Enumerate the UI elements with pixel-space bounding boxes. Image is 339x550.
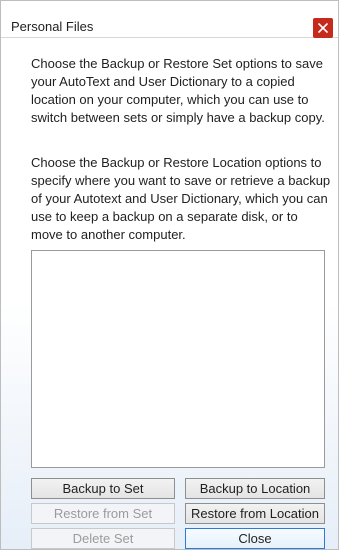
instructions-paragraph-location: Choose the Backup or Restore Location op… [31,155,331,242]
close-button[interactable]: Close [185,528,325,549]
title-bar: Personal Files [1,1,338,38]
window-title: Personal Files [11,19,94,34]
personal-files-dialog: Personal Files Choose the Backup or Rest… [0,0,339,550]
restore-from-location-button[interactable]: Restore from Location [185,503,325,524]
restore-from-set-button[interactable]: Restore from Set [31,503,175,524]
instructions-paragraph-set: Choose the Backup or Restore Set options… [31,56,325,125]
sets-list[interactable] [31,250,325,468]
close-icon [318,23,328,33]
backup-to-location-button[interactable]: Backup to Location [185,478,325,499]
delete-set-button[interactable]: Delete Set [31,528,175,549]
close-window-button[interactable] [313,18,333,38]
backup-to-set-button[interactable]: Backup to Set [31,478,175,499]
